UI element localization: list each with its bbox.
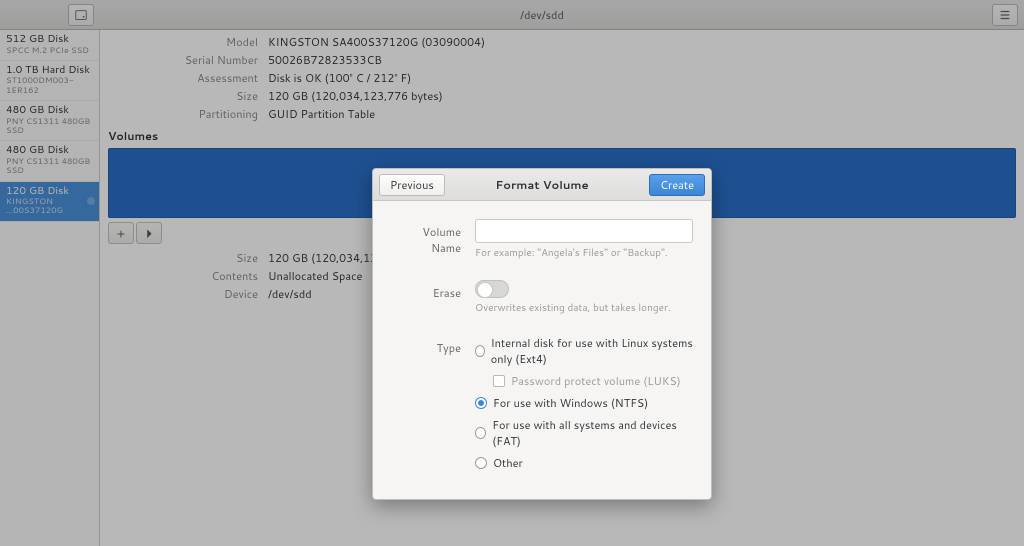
row-erase: Erase Overwrites existing data, but take… <box>391 280 693 315</box>
volume-name-label: Volume Name <box>391 219 461 256</box>
radio-icon <box>475 457 487 469</box>
type-label: Type <box>391 335 461 356</box>
row-volume-name: Volume Name For example: "Angela's Files… <box>391 219 693 260</box>
row-type: Type Internal disk for use with Linux sy… <box>391 335 693 471</box>
create-button[interactable]: Create <box>649 174 705 196</box>
type-option-label: Internal disk for use with Linux systems… <box>491 335 693 367</box>
volume-name-hint: For example: "Angela's Files" or "Backup… <box>475 246 693 260</box>
radio-icon <box>475 397 487 409</box>
type-option-ext4[interactable]: Internal disk for use with Linux systems… <box>475 335 693 367</box>
format-volume-dialog: Previous Format Volume Create Volume Nam… <box>372 168 712 500</box>
previous-button[interactable]: Previous <box>379 174 445 196</box>
radio-icon <box>475 345 485 357</box>
dialog-body: Volume Name For example: "Angela's Files… <box>373 201 711 499</box>
type-option-label: For use with Windows (NTFS) <box>493 395 648 411</box>
type-option-label: For use with all systems and devices (FA… <box>492 417 693 449</box>
type-options: Internal disk for use with Linux systems… <box>475 335 693 471</box>
checkbox-icon <box>493 375 505 387</box>
radio-icon <box>475 427 486 439</box>
erase-label: Erase <box>391 280 461 301</box>
type-option-ntfs[interactable]: For use with Windows (NTFS) <box>475 395 693 411</box>
erase-hint: Overwrites existing data, but takes long… <box>475 301 693 315</box>
type-option-other[interactable]: Other <box>475 455 693 471</box>
type-option-fat[interactable]: For use with all systems and devices (FA… <box>475 417 693 449</box>
option-luks[interactable]: Password protect volume (LUKS) <box>493 373 693 389</box>
erase-toggle[interactable] <box>475 280 509 298</box>
volume-name-input[interactable] <box>475 219 693 243</box>
dialog-header: Previous Format Volume Create <box>373 169 711 201</box>
luks-label: Password protect volume (LUKS) <box>511 373 681 389</box>
type-option-label: Other <box>493 455 523 471</box>
